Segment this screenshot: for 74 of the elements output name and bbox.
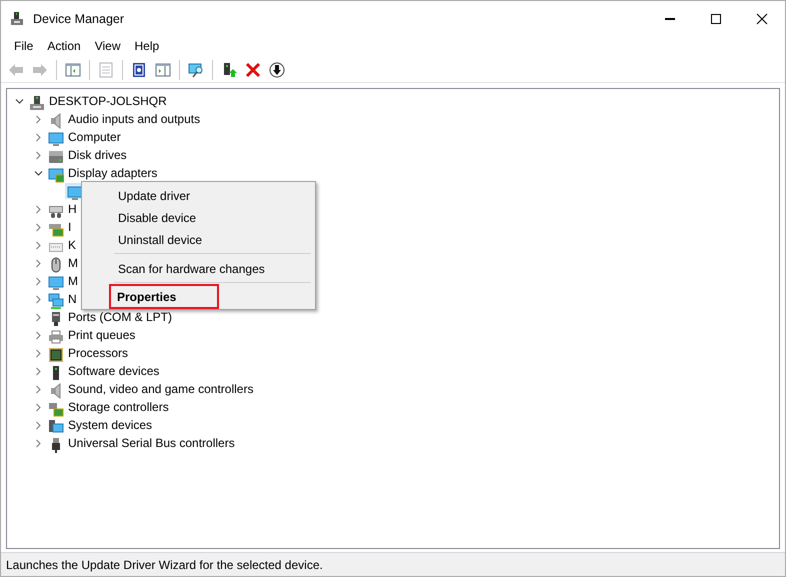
down-arrow-circle-icon (269, 62, 285, 78)
expand-chevron-icon[interactable] (34, 222, 42, 232)
menu-item[interactable]: Properties (111, 286, 217, 307)
printer-icon (48, 328, 64, 345)
expand-chevron-icon[interactable] (34, 402, 42, 412)
help-book-icon (131, 62, 147, 78)
device-up-arrow-icon (221, 62, 237, 78)
monitor-icon (67, 184, 83, 201)
expand-chevron-icon[interactable] (34, 366, 42, 376)
maximize-icon (708, 11, 724, 27)
tree-item-label[interactable]: Ports (COM & LPT) (67, 308, 174, 326)
expand-chevron-icon[interactable] (34, 420, 42, 430)
expand-chevron-icon[interactable] (34, 276, 42, 286)
minimize-icon (665, 18, 675, 20)
network-icon (48, 292, 64, 309)
menu-item[interactable]: Disable device (84, 206, 313, 228)
forward-arrow-icon (32, 62, 48, 78)
expand-chevron-icon[interactable] (34, 240, 42, 250)
tree-item-label[interactable]: K (67, 236, 78, 254)
expand-chevron-icon[interactable] (34, 294, 42, 304)
storage-controller-icon (48, 400, 64, 417)
expand-chevron-icon[interactable] (34, 150, 42, 160)
expand-chevron-icon[interactable] (34, 384, 42, 394)
tree-item-label[interactable]: Computer (67, 128, 122, 146)
window-panes-icon (155, 62, 171, 78)
app-icon (9, 11, 25, 27)
collapse-chevron-icon[interactable] (14, 96, 24, 106)
status-text: Launches the Update Driver Wizard for the selected device. (6, 556, 323, 574)
tree-item-label[interactable]: H (67, 200, 78, 218)
computer-icon (29, 94, 45, 111)
expand-chevron-icon[interactable] (34, 348, 42, 358)
tree-item-label[interactable]: Display adapters (67, 164, 158, 182)
expand-chevron-icon[interactable] (34, 114, 42, 124)
tree-item-label[interactable]: Print queues (67, 326, 136, 344)
monitor-icon (48, 130, 64, 147)
close-icon (754, 11, 770, 27)
menu-item[interactable]: Uninstall device (84, 228, 313, 250)
menu-item[interactable]: View (88, 37, 128, 55)
expand-chevron-icon[interactable] (34, 258, 42, 268)
expand-chevron-icon[interactable] (34, 132, 42, 142)
collapse-chevron-icon[interactable] (34, 168, 42, 178)
delete-x-icon (245, 62, 261, 78)
tree-item-label[interactable]: Storage controllers (67, 398, 170, 416)
menu-item[interactable]: File (7, 37, 40, 55)
tree-item-label[interactable]: Disk drives (67, 146, 128, 164)
menu-item[interactable]: Update driver (84, 184, 313, 206)
monitor-icon (48, 274, 64, 291)
expand-chevron-icon[interactable] (34, 330, 42, 340)
monitor-magnifier-icon (188, 62, 204, 78)
properties-sheet-icon (98, 62, 114, 78)
window-title: Device Manager (33, 10, 124, 28)
menu-item[interactable]: Scan for hardware changes (84, 257, 313, 279)
window-panes-icon (65, 62, 81, 78)
processor-icon (48, 346, 64, 363)
tree-item-label[interactable]: DESKTOP-JOLSHQR (48, 92, 168, 110)
tree-item-label[interactable]: I (67, 218, 72, 236)
tree-item-label[interactable]: Processors (67, 344, 130, 362)
tree-item-label[interactable]: M (67, 272, 79, 290)
expand-chevron-icon[interactable] (34, 438, 42, 448)
tree-item-label[interactable]: M (67, 254, 79, 272)
display-card-icon (48, 166, 64, 183)
tree-item-label[interactable]: Sound, video and game controllers (67, 380, 254, 398)
disk-drive-icon (48, 148, 64, 165)
tree-item-label[interactable]: Audio inputs and outputs (67, 110, 202, 128)
expand-chevron-icon[interactable] (34, 312, 42, 322)
menu-item[interactable]: Help (128, 37, 166, 55)
back-arrow-icon (8, 62, 24, 78)
expand-chevron-icon[interactable] (34, 204, 42, 214)
system-monitor-icon (48, 418, 64, 435)
menu-item[interactable]: Action (40, 37, 88, 55)
tree-item-label[interactable]: Software devices (67, 362, 160, 380)
tree-item-label[interactable]: System devices (67, 416, 154, 434)
tree-item-label[interactable]: N (67, 290, 78, 308)
tree-item-label[interactable]: Universal Serial Bus controllers (67, 434, 236, 452)
